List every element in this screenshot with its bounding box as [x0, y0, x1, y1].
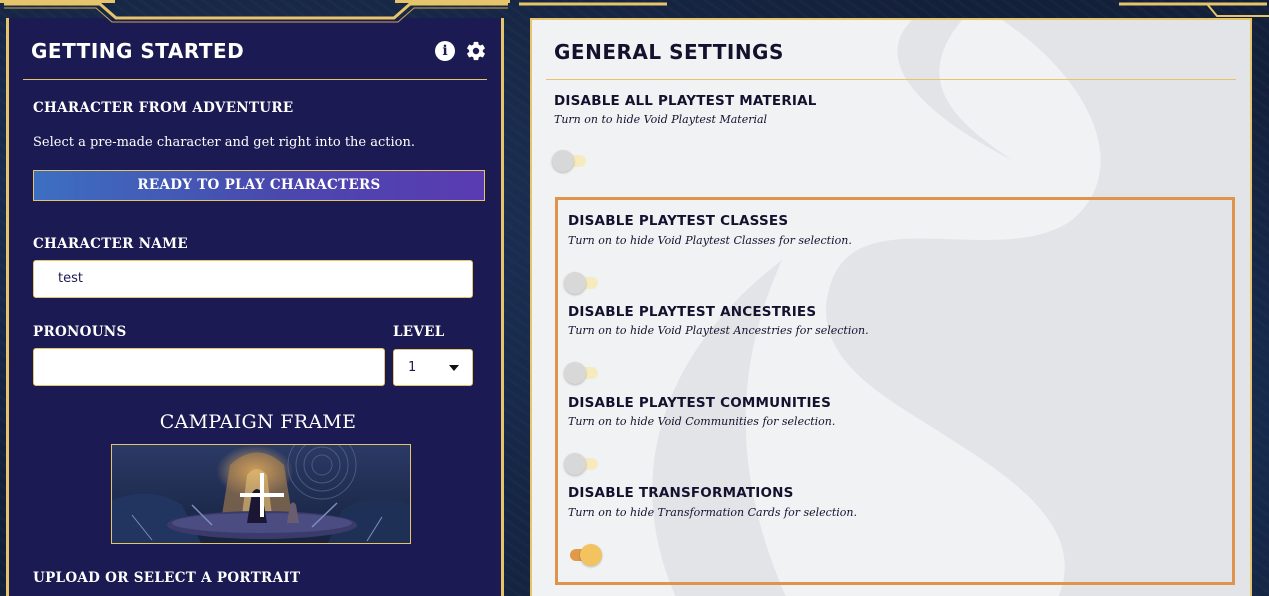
- toggle-knob: [564, 453, 586, 475]
- chevron-down-icon: [449, 365, 459, 371]
- getting-started-panel: GETTING STARTED i CHARACTER FROM ADVENTU…: [6, 18, 504, 596]
- setting-disable-classes-subtitle: Turn on to hide Void Playtest Classes fo…: [568, 234, 852, 247]
- setting-disable-all-playtest-title: DISABLE ALL PLAYTEST MATERIAL: [554, 93, 817, 109]
- campaign-frame-title: CAMPAIGN FRAME: [159, 411, 357, 433]
- panel-header: GETTING STARTED i: [23, 18, 487, 80]
- portrait-upload-label: UPLOAD OR SELECT A PORTRAIT: [33, 570, 301, 586]
- toggle-disable-all-playtest[interactable]: [552, 150, 588, 172]
- adventure-description: Select a pre-made character and get righ…: [33, 135, 415, 150]
- campaign-frame-image: [112, 445, 410, 543]
- level-label: LEVEL: [393, 324, 445, 340]
- setting-disable-all-playtest-subtitle: Turn on to hide Void Playtest Material: [554, 113, 768, 126]
- toggle-knob: [564, 362, 586, 384]
- setting-disable-classes-title: DISABLE PLAYTEST CLASSES: [568, 213, 789, 229]
- title-divider: [546, 79, 1236, 80]
- toggle-disable-ancestries[interactable]: [564, 362, 600, 384]
- panel-ornament: [4, 2, 508, 23]
- setting-disable-ancestries-title: DISABLE PLAYTEST ANCESTRIES: [568, 304, 817, 320]
- character-name-input[interactable]: test: [33, 260, 473, 298]
- toggle-disable-classes[interactable]: [564, 272, 600, 294]
- setting-disable-communities-title: DISABLE PLAYTEST COMMUNITIES: [568, 395, 832, 411]
- level-value: 1: [408, 360, 417, 375]
- pronouns-input[interactable]: [33, 348, 385, 386]
- general-settings-panel: GENERAL SETTINGS DISABLE ALL PLAYTEST MA…: [530, 18, 1252, 596]
- toggle-knob: [580, 544, 602, 566]
- setting-disable-ancestries-subtitle: Turn on to hide Void Playtest Ancestries…: [568, 324, 869, 337]
- toggle-disable-communities[interactable]: [564, 453, 600, 475]
- page-title: GETTING STARTED: [31, 39, 245, 63]
- setting-disable-communities-subtitle: Turn on to hide Void Communities for sel…: [568, 415, 836, 428]
- playtest-subsettings-group: DISABLE PLAYTEST CLASSES Turn on to hide…: [555, 197, 1235, 585]
- settings-ornament: [519, 2, 1269, 17]
- pronouns-label: PRONOUNS: [33, 324, 127, 340]
- ready-to-play-button[interactable]: READY TO PLAY CHARACTERS: [33, 170, 485, 201]
- toggle-knob: [552, 150, 574, 172]
- gear-icon[interactable]: [465, 40, 487, 62]
- toggle-knob: [564, 272, 586, 294]
- setting-disable-transformations-title: DISABLE TRANSFORMATIONS: [568, 485, 794, 501]
- setting-disable-transformations-subtitle: Turn on to hide Transformation Cards for…: [568, 506, 857, 519]
- toggle-disable-transformations[interactable]: [566, 544, 602, 566]
- info-icon[interactable]: i: [435, 41, 455, 61]
- settings-title: GENERAL SETTINGS: [554, 40, 784, 64]
- character-from-adventure-label: CHARACTER FROM ADVENTURE: [33, 100, 294, 116]
- character-name-label: CHARACTER NAME: [33, 236, 188, 252]
- level-select[interactable]: 1: [393, 349, 473, 386]
- campaign-frame-selector[interactable]: [111, 444, 411, 544]
